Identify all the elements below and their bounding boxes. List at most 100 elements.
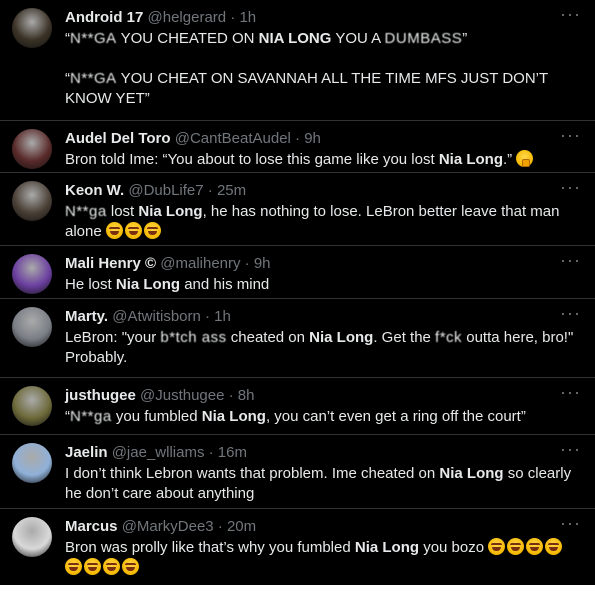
shushing-emoji-icon	[516, 150, 534, 167]
handle-and-time[interactable]: @jae_wlliams · 16m	[112, 444, 247, 461]
tweet-text: Bron was prolly like that’s why you fumb…	[65, 538, 577, 578]
text-run: ”	[462, 30, 468, 47]
text-run: YOU CHEAT ON SAVANNAH ALL THE TIME MFS J…	[65, 70, 548, 107]
tweet[interactable]: Mali Henry © @malihenry · 9h ··· He lost N…	[0, 246, 595, 299]
laughing-emoji-icon	[507, 538, 525, 555]
text-run: LeBron: "your	[65, 329, 161, 346]
highlight-term: NIA LONG	[258, 30, 332, 47]
text-run: He lost	[65, 276, 116, 293]
highlight-term: Nia Long	[354, 539, 420, 556]
text-run: you fumbled	[111, 408, 202, 425]
laughing-emoji-icon	[143, 222, 161, 239]
display-name[interactable]: Keon W.	[65, 182, 124, 199]
handle-and-time[interactable]: @Atwitisborn · 1h	[112, 308, 231, 325]
tweet-header: Mali Henry © @malihenry · 9h	[65, 254, 555, 274]
display-name[interactable]: Marcus	[65, 518, 118, 535]
handle-and-time[interactable]: @malihenry · 9h	[160, 255, 270, 272]
tweet[interactable]: Jaelin @jae_wlliams · 16m ··· I don’t thin…	[0, 435, 595, 509]
laughing-emoji-icon	[545, 538, 563, 555]
censored-word: N**GA	[70, 70, 117, 87]
bottom-margin	[0, 585, 595, 595]
tweet-header: Keon W. @DubLife7 · 25m	[65, 181, 555, 201]
laughing-emoji-icon	[84, 558, 101, 575]
text-run: .”	[503, 151, 517, 168]
tweet[interactable]: Audel Del Toro @CantBeatAudel · 9h ··· Bro…	[0, 121, 595, 173]
text-run: lost	[106, 203, 139, 220]
highlight-term: Nia Long	[439, 465, 504, 482]
censored-word: DUMBASS	[384, 30, 463, 47]
handle-and-time[interactable]: @helgerard · 1h	[148, 9, 257, 26]
text-run: YOU CHEATED ON	[116, 30, 259, 47]
tweet[interactable]: Marcus @MarkyDee3 · 20m ··· Bron was proll…	[0, 509, 595, 585]
handle-and-time[interactable]: @CantBeatAudel · 9h	[175, 130, 321, 147]
handle-and-time[interactable]: @Justhugee · 8h	[140, 387, 254, 404]
display-name[interactable]: justhugee	[65, 387, 136, 404]
tweet-text: N**ga lost Nia Long, he has nothing to l…	[65, 202, 577, 242]
ellipsis-icon[interactable]: ···	[560, 439, 581, 460]
text-run: I don’t think Lebron wants that problem.…	[65, 465, 440, 482]
tweet-text: He lost Nia Long and his mind	[65, 275, 577, 295]
text-run: Bron was prolly like that’s why you fumb…	[65, 539, 355, 556]
highlight-term: Nia Long	[309, 329, 374, 346]
censored-word: f*ck	[435, 329, 463, 346]
ellipsis-icon[interactable]: ···	[560, 303, 581, 324]
ellipsis-icon[interactable]: ···	[560, 513, 581, 534]
laughing-emoji-icon	[124, 222, 142, 239]
avatar[interactable]	[12, 386, 52, 426]
censored-word: N**ga	[65, 203, 107, 220]
tweet-header: justhugee @Justhugee · 8h	[65, 386, 555, 406]
avatar[interactable]	[12, 517, 52, 557]
text-run: . Get the	[373, 329, 436, 346]
laughing-emoji-icon	[488, 538, 506, 555]
tweet-header: Marty. @Atwitisborn · 1h	[65, 307, 555, 327]
avatar[interactable]	[12, 443, 52, 483]
text-run: and his mind	[180, 276, 270, 293]
tweet-text: “N**ga you fumbled Nia Long, you can’t e…	[65, 407, 577, 427]
highlight-term: Nia Long	[138, 203, 203, 220]
highlight-term: Nia Long	[438, 151, 503, 168]
tweet[interactable]: Android 17 @helgerard · 1h ··· “N**GA YOU …	[0, 0, 595, 121]
censored-word: N**ga	[70, 408, 112, 425]
ellipsis-icon[interactable]: ···	[560, 250, 581, 271]
text-run: YOU A	[331, 30, 385, 47]
tweet-text: LeBron: "your b*tch ass cheated on Nia L…	[65, 328, 577, 368]
highlight-term: Nia Long	[115, 276, 181, 293]
display-name[interactable]: Android 17	[65, 9, 143, 26]
display-name[interactable]: Marty.	[65, 308, 108, 325]
avatar[interactable]	[12, 129, 52, 169]
ellipsis-icon[interactable]: ···	[560, 177, 581, 198]
tweet-text: Bron told Ime: “You about to lose this g…	[65, 150, 577, 170]
tweet-header: Jaelin @jae_wlliams · 16m	[65, 443, 555, 463]
laughing-emoji-icon	[103, 558, 120, 575]
tweet[interactable]: Marty. @Atwitisborn · 1h ··· LeBron: "your…	[0, 299, 595, 378]
tweet-text: “N**GA YOU CHEATED ON NIA LONG YOU A DUM…	[65, 29, 577, 109]
display-name[interactable]: Audel Del Toro	[65, 130, 171, 147]
avatar[interactable]	[12, 8, 52, 48]
ellipsis-icon[interactable]: ···	[560, 4, 581, 25]
tweet-header: Marcus @MarkyDee3 · 20m	[65, 517, 555, 537]
laughing-emoji-icon	[65, 558, 82, 575]
handle-and-time[interactable]: @DubLife7 · 25m	[128, 182, 246, 199]
laughing-emoji-icon	[526, 538, 544, 555]
tweet-text: I don’t think Lebron wants that problem.…	[65, 464, 577, 504]
avatar[interactable]	[12, 181, 52, 221]
display-name[interactable]: Mali Henry ©	[65, 255, 156, 272]
censored-word: b*tch ass	[160, 329, 227, 346]
handle-and-time[interactable]: @MarkyDee3 · 20m	[122, 518, 256, 535]
tweet-header: Android 17 @helgerard · 1h	[65, 8, 555, 28]
text-run: Bron told Ime: “You about to lose this g…	[65, 151, 439, 168]
text-run: , you can’t even get a ring off the cour…	[265, 408, 526, 425]
avatar[interactable]	[12, 307, 52, 347]
ellipsis-icon[interactable]: ···	[560, 125, 581, 146]
censored-word: N**GA	[70, 30, 117, 47]
text-run: cheated on	[226, 329, 310, 346]
reply-feed: Android 17 @helgerard · 1h ··· “N**GA YOU …	[0, 0, 595, 585]
text-run: you bozo	[419, 539, 489, 556]
tweet[interactable]: Keon W. @DubLife7 · 25m ··· N**ga lost Nia…	[0, 173, 595, 246]
tweet-header: Audel Del Toro @CantBeatAudel · 9h	[65, 129, 555, 149]
laughing-emoji-icon	[122, 558, 139, 575]
ellipsis-icon[interactable]: ···	[560, 382, 581, 403]
avatar[interactable]	[12, 254, 52, 294]
tweet[interactable]: justhugee @Justhugee · 8h ··· “N**ga you f…	[0, 378, 595, 435]
display-name[interactable]: Jaelin	[65, 444, 108, 461]
